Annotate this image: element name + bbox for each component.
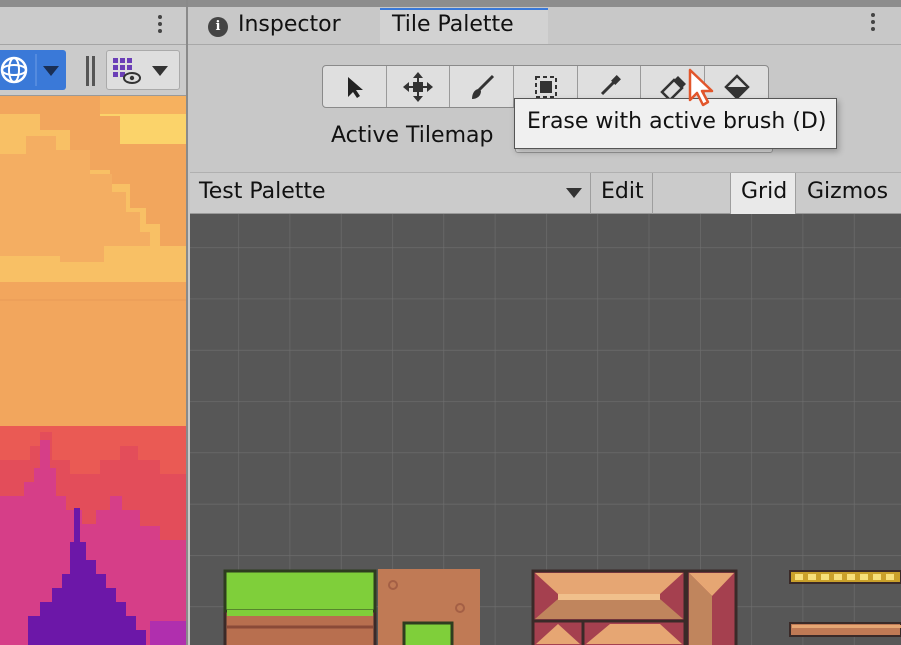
gold-platform-tile [789, 570, 901, 584]
chevron-down-icon[interactable] [566, 188, 582, 198]
grass-tile [223, 569, 377, 645]
eyedropper-icon [600, 74, 621, 95]
brush-icon [471, 74, 494, 99]
move-tool-button[interactable] [387, 66, 450, 107]
active-tilemap-label: Active Tilemap [331, 123, 494, 148]
chevron-down-icon [43, 66, 59, 76]
move-arrows-icon [403, 71, 433, 102]
tab-tile-palette-label: Tile Palette [392, 12, 514, 37]
palette-bar: Test Palette Edit Grid Gizmos [190, 172, 901, 214]
palette-grid[interactable] [190, 214, 901, 645]
panel-divider [186, 0, 188, 645]
paint-tool-button[interactable] [450, 66, 514, 107]
tab-inspector-label: Inspector [238, 12, 341, 37]
scene-kebab-menu-icon[interactable] [158, 15, 162, 36]
palette-kebab-menu-icon[interactable] [871, 13, 875, 34]
toolbar-separator [86, 56, 95, 86]
info-icon: i [208, 17, 228, 37]
tab-tile-palette[interactable]: Tile Palette [380, 8, 548, 45]
crate-pillar-tile [685, 569, 738, 645]
tooltip: Erase with active brush (D) [514, 98, 837, 149]
orbit-gizmo-button[interactable] [0, 50, 66, 90]
select-tool-button[interactable] [323, 66, 387, 107]
tabs-divider [188, 44, 901, 45]
wood-platform-tile [789, 622, 901, 637]
palette-grid-canvas [190, 214, 901, 645]
tooltip-text: Erase with active brush (D) [527, 109, 827, 134]
arrow-icon [347, 76, 363, 98]
scene-preview-image [0, 96, 187, 645]
mouse-cursor-icon [684, 62, 724, 112]
visibility-button[interactable] [106, 50, 180, 90]
scene-view[interactable] [0, 96, 187, 645]
visibility-grid-icon [113, 58, 168, 84]
eraser-icon [659, 75, 686, 100]
grid-toggle[interactable]: Grid [731, 173, 795, 214]
crate-tile [531, 569, 687, 645]
dirt-tile [378, 569, 480, 645]
palette-dropdown-label[interactable]: Test Palette [199, 179, 326, 204]
window-top-strip [0, 0, 901, 7]
gizmos-button[interactable]: Gizmos [807, 179, 888, 204]
bucket-icon [724, 73, 750, 100]
chevron-down-icon [152, 66, 168, 76]
edit-button[interactable]: Edit [601, 179, 644, 204]
box-icon [534, 75, 557, 98]
grid-toggle-label: Grid [741, 179, 788, 204]
orbit-gizmo-icon [0, 54, 59, 86]
